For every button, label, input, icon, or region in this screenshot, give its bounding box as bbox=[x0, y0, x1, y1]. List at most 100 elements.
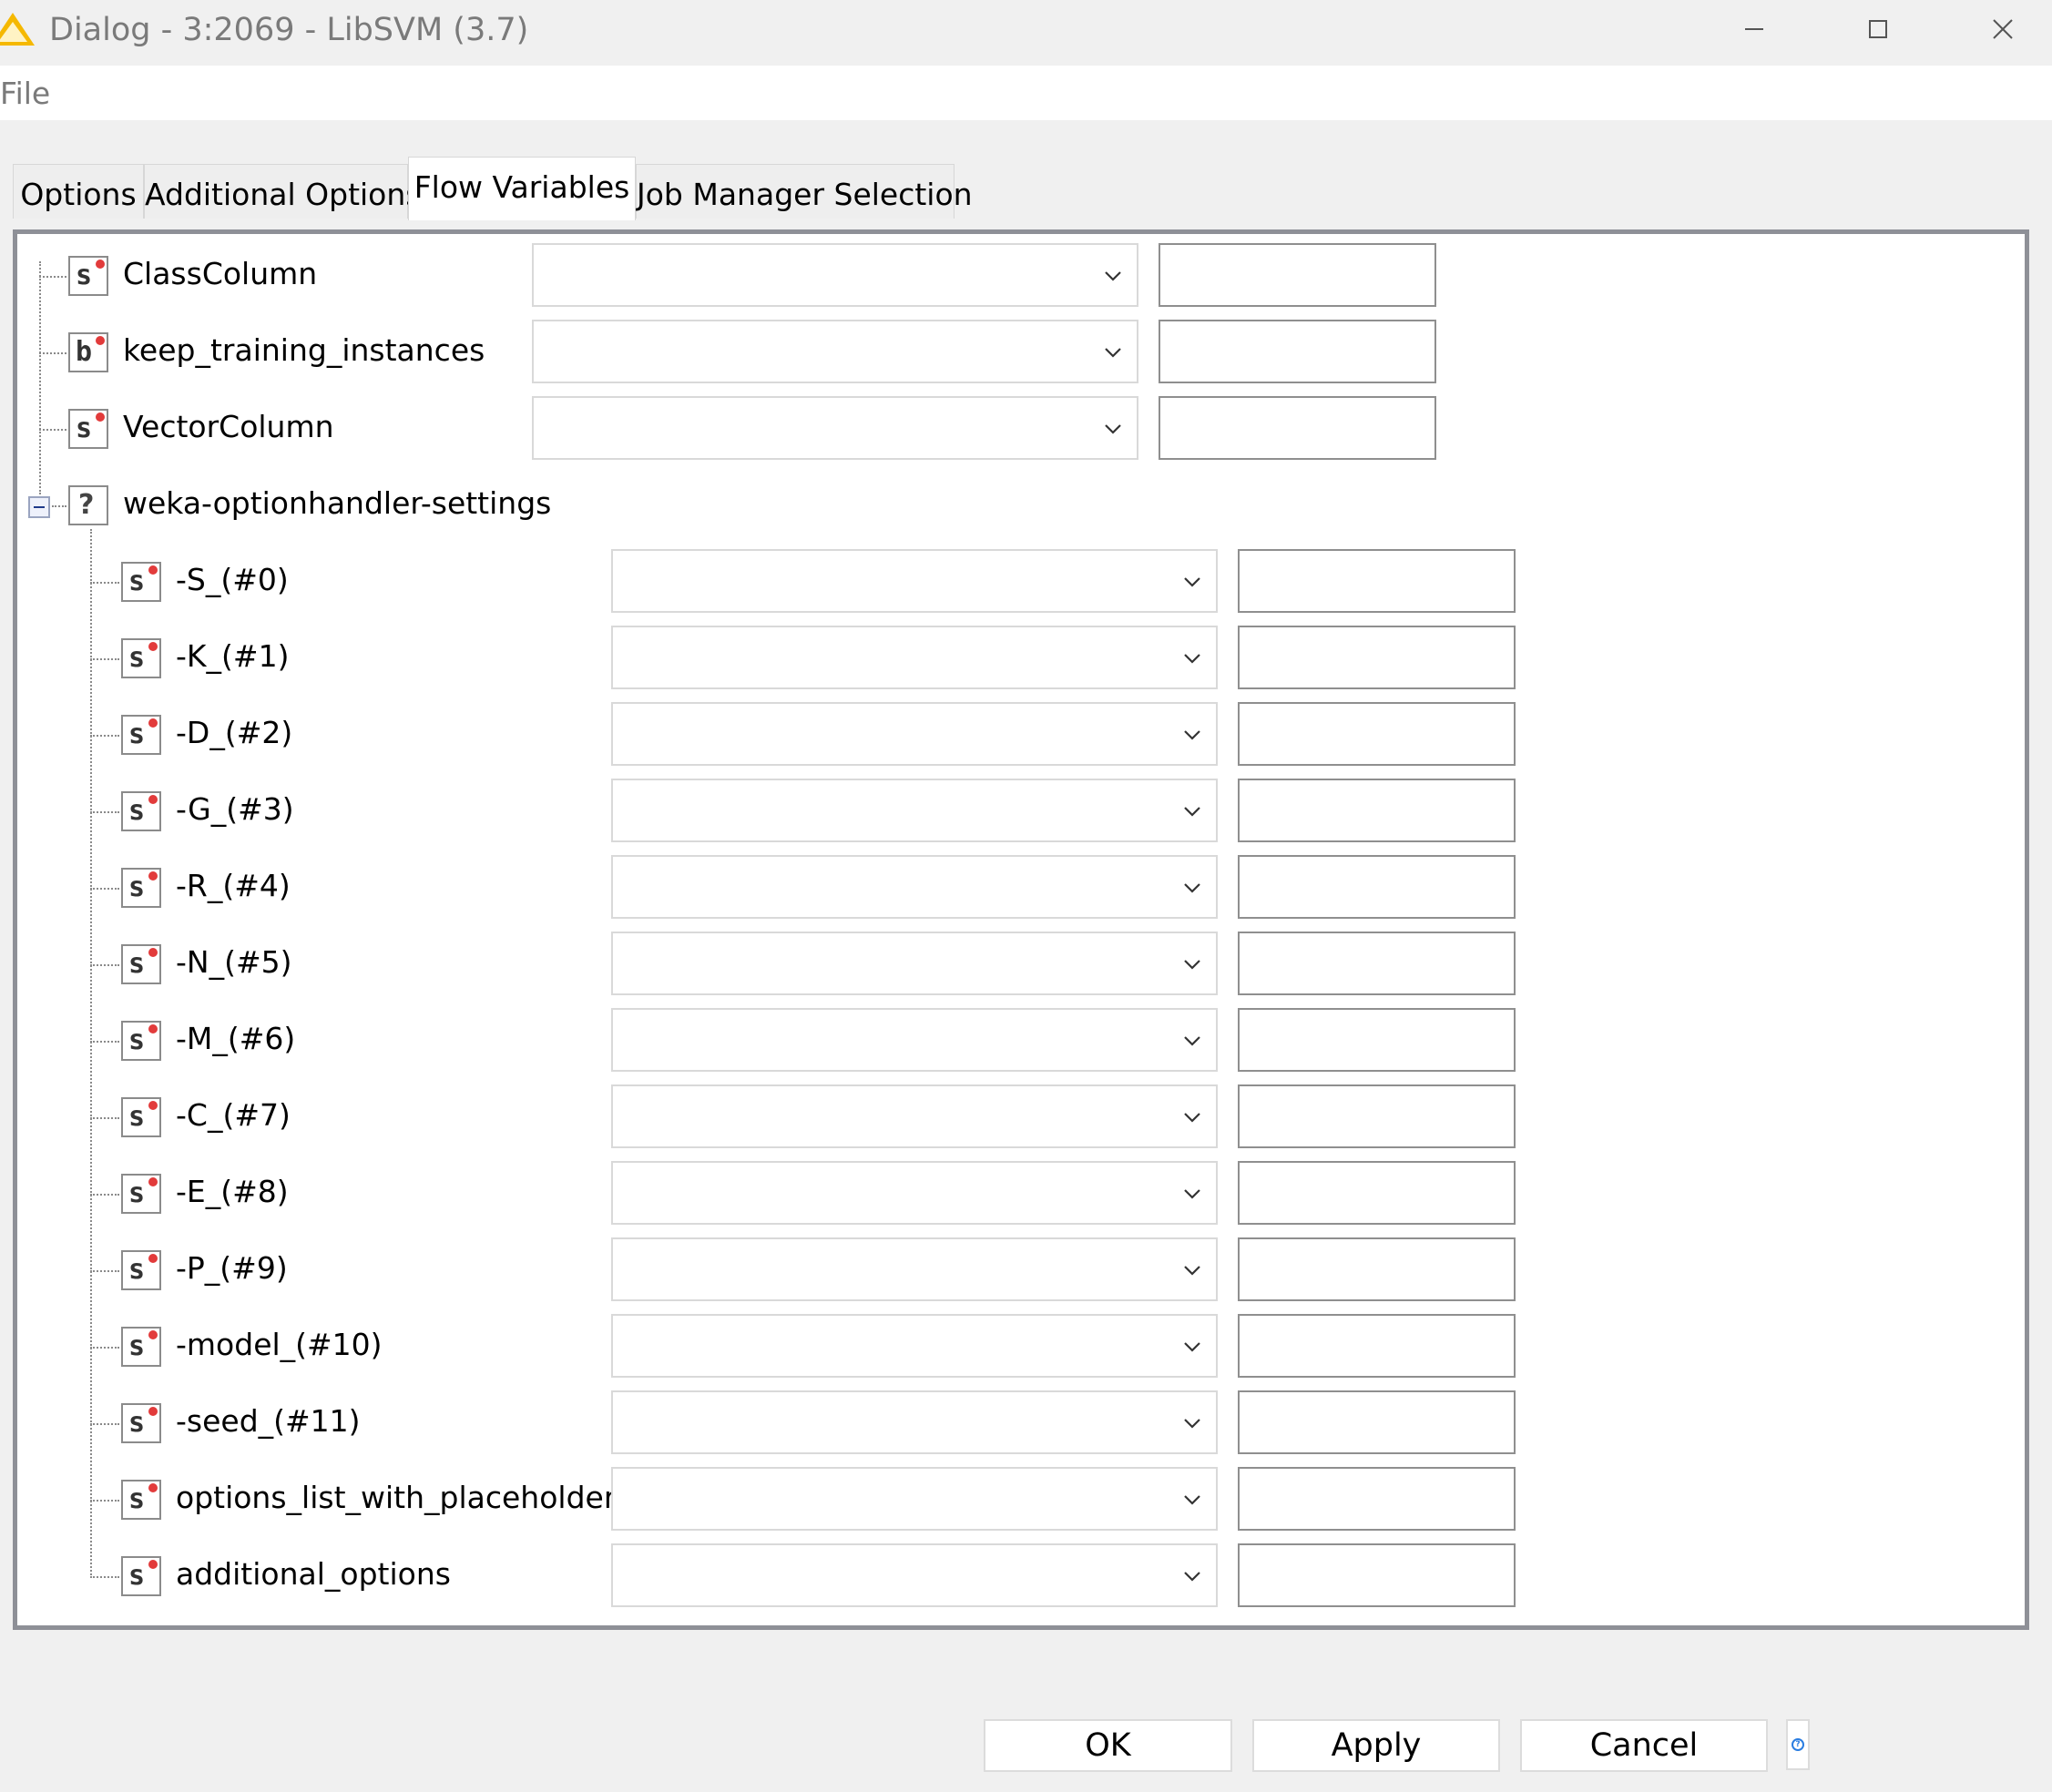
tree-connector bbox=[90, 735, 119, 737]
variable-dot-icon bbox=[148, 948, 158, 957]
variable-name-field-opt-6[interactable] bbox=[1238, 1008, 1516, 1072]
variable-select-top-2[interactable] bbox=[532, 396, 1138, 460]
minimize-button[interactable] bbox=[1727, 9, 1781, 55]
variable-select-opt-6[interactable] bbox=[611, 1008, 1218, 1072]
variable-name-field-opt-0[interactable] bbox=[1238, 549, 1516, 613]
variable-name-field-top-2[interactable] bbox=[1159, 396, 1436, 460]
tree-connector bbox=[90, 1270, 119, 1272]
variable-select-top-0[interactable] bbox=[532, 243, 1138, 307]
variable-label-opt-13: additional_options bbox=[176, 1556, 451, 1592]
variable-name-field-top-1[interactable] bbox=[1159, 320, 1436, 383]
variable-type-letter: s bbox=[128, 1330, 146, 1362]
variable-name-field-opt-8[interactable] bbox=[1238, 1161, 1516, 1225]
tab-job-manager-selection[interactable]: Job Manager Selection bbox=[636, 164, 973, 219]
variable-label-opt-0: -S_(#0) bbox=[176, 562, 289, 597]
variable-name-field-opt-1[interactable] bbox=[1238, 626, 1516, 689]
string-variable-icon: s bbox=[121, 944, 161, 984]
variable-select-top-1[interactable] bbox=[532, 320, 1138, 383]
string-variable-icon: s bbox=[121, 562, 161, 602]
menu-bar: File bbox=[0, 66, 2052, 120]
variable-dot-icon bbox=[148, 795, 158, 804]
variable-label-top-0: ClassColumn bbox=[123, 256, 318, 291]
variable-type-letter: s bbox=[128, 1101, 146, 1133]
chevron-down-icon bbox=[1184, 1572, 1200, 1582]
maximize-button[interactable] bbox=[1851, 9, 1905, 55]
variable-select-opt-7[interactable] bbox=[611, 1084, 1218, 1148]
variable-select-opt-11[interactable] bbox=[611, 1390, 1218, 1454]
variable-dot-icon bbox=[96, 412, 105, 422]
tab-additional-options[interactable]: Additional Options bbox=[144, 164, 421, 219]
variable-label-opt-8: -E_(#8) bbox=[176, 1174, 289, 1209]
variable-type-letter: s bbox=[128, 718, 146, 750]
variable-select-opt-12[interactable] bbox=[611, 1467, 1218, 1531]
variable-dot-icon bbox=[96, 260, 105, 269]
variable-select-opt-1[interactable] bbox=[611, 626, 1218, 689]
variable-name-field-top-0[interactable] bbox=[1159, 243, 1436, 307]
tree-connector bbox=[90, 888, 119, 890]
variable-select-opt-9[interactable] bbox=[611, 1237, 1218, 1301]
tree-connector bbox=[39, 352, 66, 354]
variable-label-opt-11: -seed_(#11) bbox=[176, 1403, 361, 1439]
chevron-down-icon bbox=[1184, 577, 1200, 587]
variable-select-opt-2[interactable] bbox=[611, 702, 1218, 766]
variable-name-field-opt-5[interactable] bbox=[1238, 932, 1516, 995]
tab-flow-variables[interactable]: Flow Variables bbox=[408, 157, 636, 220]
chevron-down-icon bbox=[1184, 1113, 1200, 1123]
variable-name-field-opt-12[interactable] bbox=[1238, 1467, 1516, 1531]
variable-label-opt-6: -M_(#6) bbox=[176, 1021, 296, 1056]
string-variable-icon: s bbox=[121, 1327, 161, 1367]
variable-type-letter: s bbox=[128, 795, 146, 827]
variable-select-opt-13[interactable] bbox=[611, 1543, 1218, 1607]
variable-name-field-opt-10[interactable] bbox=[1238, 1314, 1516, 1378]
variable-label-opt-9: -P_(#9) bbox=[176, 1250, 288, 1286]
variable-name-field-opt-9[interactable] bbox=[1238, 1237, 1516, 1301]
variable-name-field-opt-3[interactable] bbox=[1238, 779, 1516, 842]
string-variable-icon: s bbox=[121, 1556, 161, 1596]
chevron-down-icon bbox=[1184, 960, 1200, 970]
variable-select-opt-3[interactable] bbox=[611, 779, 1218, 842]
variable-label-opt-12: options_list_with_placeholders bbox=[176, 1480, 632, 1515]
tree-connector bbox=[90, 529, 92, 1578]
group-label: weka-optionhandler-settings bbox=[123, 485, 552, 521]
tree-connector bbox=[90, 582, 119, 584]
variable-name-field-opt-13[interactable] bbox=[1238, 1543, 1516, 1607]
string-variable-icon: s bbox=[121, 1097, 161, 1137]
variable-dot-icon bbox=[148, 1330, 158, 1339]
variable-select-opt-10[interactable] bbox=[611, 1314, 1218, 1378]
chevron-down-icon bbox=[1184, 1419, 1200, 1429]
menu-file[interactable]: File bbox=[0, 73, 50, 115]
variable-label-opt-5: -N_(#5) bbox=[176, 944, 292, 980]
variable-select-opt-5[interactable] bbox=[611, 932, 1218, 995]
variable-name-field-opt-2[interactable] bbox=[1238, 702, 1516, 766]
string-variable-icon: s bbox=[121, 1174, 161, 1214]
variable-name-field-opt-11[interactable] bbox=[1238, 1390, 1516, 1454]
cancel-button[interactable]: Cancel bbox=[1520, 1719, 1768, 1772]
variable-type-letter: s bbox=[128, 1254, 146, 1286]
variable-select-opt-8[interactable] bbox=[611, 1161, 1218, 1225]
tree-connector bbox=[39, 261, 41, 494]
variable-select-opt-0[interactable] bbox=[611, 549, 1218, 613]
variable-dot-icon bbox=[148, 1560, 158, 1569]
variable-select-opt-4[interactable] bbox=[611, 855, 1218, 919]
chevron-down-icon bbox=[1184, 1189, 1200, 1199]
tree-connector bbox=[90, 1423, 119, 1425]
variable-name-field-opt-4[interactable] bbox=[1238, 855, 1516, 919]
variable-dot-icon bbox=[148, 718, 158, 728]
variable-name-field-opt-7[interactable] bbox=[1238, 1084, 1516, 1148]
variable-label-opt-1: -K_(#1) bbox=[176, 638, 290, 674]
variable-type-letter: s bbox=[128, 1560, 146, 1592]
apply-button[interactable]: Apply bbox=[1252, 1719, 1500, 1772]
chevron-down-icon bbox=[1184, 1266, 1200, 1276]
string-variable-icon: s bbox=[121, 715, 161, 755]
close-window-button[interactable] bbox=[1975, 9, 2029, 55]
chevron-down-icon bbox=[1105, 348, 1121, 358]
ok-button[interactable]: OK bbox=[984, 1719, 1232, 1772]
title-bar: Dialog - 3:2069 - LibSVM (3.7) bbox=[0, 0, 2052, 66]
string-variable-icon: s bbox=[121, 868, 161, 908]
collapse-toggle[interactable] bbox=[28, 496, 50, 518]
variable-type-letter: s bbox=[128, 871, 146, 903]
help-button[interactable]: ? bbox=[1786, 1719, 1810, 1770]
tab-options[interactable]: Options bbox=[13, 164, 144, 219]
string-variable-icon: s bbox=[68, 409, 108, 449]
string-variable-icon: s bbox=[121, 638, 161, 678]
